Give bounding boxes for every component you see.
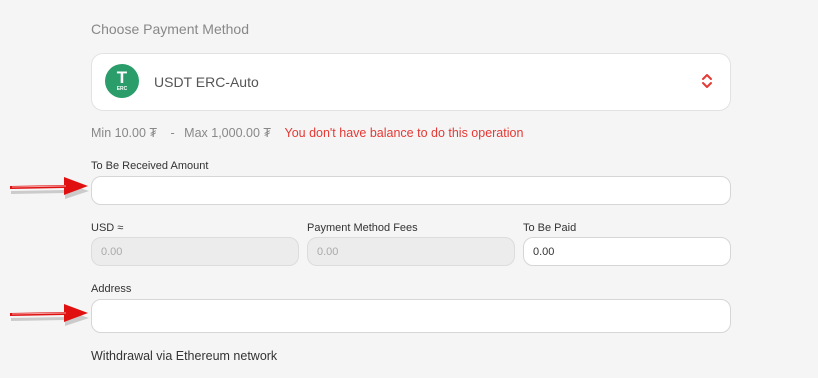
payment-method-label: USDT ERC-Auto bbox=[154, 74, 259, 90]
received-amount-input[interactable] bbox=[91, 176, 731, 205]
chevron-up-down-icon bbox=[702, 74, 712, 88]
address-input[interactable] bbox=[91, 299, 731, 333]
section-title: Choose Payment Method bbox=[91, 21, 249, 37]
limit-separator: - bbox=[170, 126, 175, 140]
to-be-paid-input[interactable]: 0.00 bbox=[523, 237, 731, 266]
usd-label: USD ≈ bbox=[91, 222, 124, 234]
min-limit: Min 10.00 ₮ bbox=[91, 126, 158, 140]
tether-erc-icon: T ERC bbox=[105, 64, 139, 98]
coin-glyph: T bbox=[116, 68, 128, 87]
red-arrow-pointer bbox=[10, 304, 89, 326]
received-amount-label: To Be Received Amount bbox=[91, 160, 209, 172]
fees-input: 0.00 bbox=[307, 237, 515, 266]
fees-label: Payment Method Fees bbox=[307, 222, 418, 234]
usd-input: 0.00 bbox=[91, 237, 299, 266]
to-be-paid-label: To Be Paid bbox=[523, 222, 577, 234]
max-limit: Max 1,000.00 ₮ bbox=[184, 126, 272, 140]
limits-row: Min 10.00 ₮ - Max 1,000.00 ₮ You don't h… bbox=[91, 126, 523, 140]
network-note: Withdrawal via Ethereum network bbox=[91, 349, 278, 363]
payment-method-select[interactable]: T ERC USDT ERC-Auto bbox=[91, 53, 731, 111]
balance-error-message: You don't have balance to do this operat… bbox=[284, 126, 524, 140]
red-arrow-pointer bbox=[10, 177, 89, 199]
coin-subtext: ERC bbox=[116, 86, 128, 92]
address-label: Address bbox=[91, 283, 132, 295]
